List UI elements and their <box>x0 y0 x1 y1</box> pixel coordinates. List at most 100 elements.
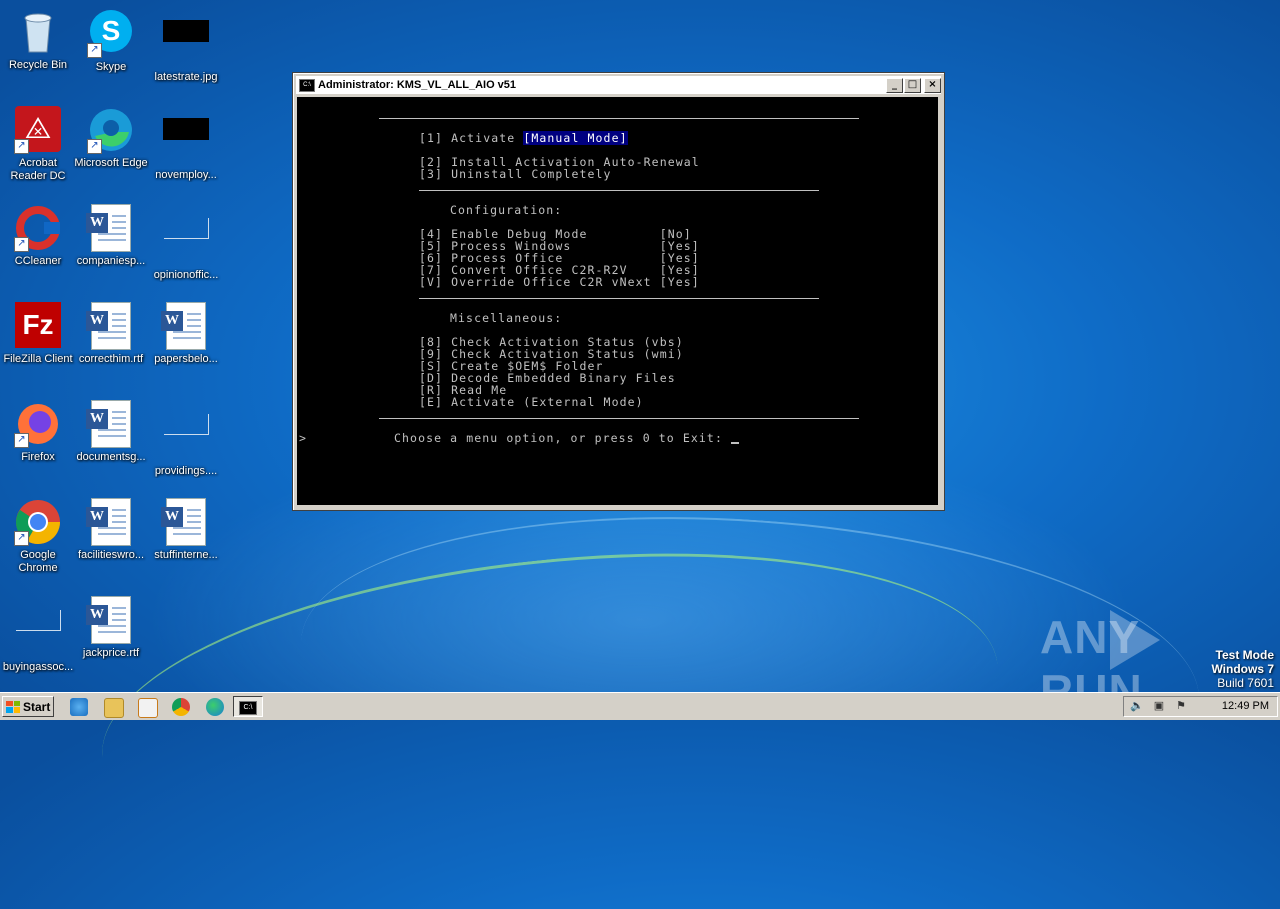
icon-label: providings.... <box>154 465 218 477</box>
separator-line <box>379 118 859 119</box>
console-output[interactable]: [1] Activate [Manual Mode] [2] Install A… <box>297 97 938 505</box>
word-document-icon: W <box>86 498 135 546</box>
icon-label: Acrobat Reader DC <box>10 157 66 182</box>
clock[interactable]: 12:49 PM <box>1222 700 1269 712</box>
file-explorer-icon[interactable] <box>104 698 124 718</box>
desktop-icon-chrome[interactable]: ↗ Google Chrome <box>0 498 76 575</box>
os-label: Windows 7 <box>1211 662 1274 676</box>
windows-logo-icon <box>6 700 20 713</box>
desktop: Recycle Bin ⨻ ↗ Acrobat Reader DC ↗ CCle… <box>0 0 1280 909</box>
desktop-icon-firefox[interactable]: ↗ Firefox <box>0 400 76 464</box>
icon-label: correcthim.rtf <box>78 353 144 365</box>
maximize-button[interactable]: □ <box>904 77 921 93</box>
skype-icon: S ↗ <box>87 10 135 58</box>
desktop-icon-papersbelo[interactable]: W papersbelo... <box>148 302 224 366</box>
menu-option-1-text: [1] Activate <box>419 131 524 145</box>
action-center-flag-icon[interactable]: ⚑ <box>1174 700 1188 713</box>
word-document-icon: W <box>86 302 135 350</box>
edge-icon: ↗ <box>87 106 135 154</box>
icon-label: latestrate.jpg <box>154 71 218 83</box>
speaker-icon[interactable]: 🔈 <box>1130 700 1144 713</box>
internet-explorer-icon[interactable] <box>70 698 88 716</box>
window-title: Administrator: KMS_VL_ALL_AIO v51 <box>318 79 517 91</box>
console-app-icon: C:\ <box>299 78 315 92</box>
image-file-icon <box>162 118 210 166</box>
separator-line <box>419 190 819 191</box>
network-icon[interactable]: ▣ <box>1152 700 1166 713</box>
start-button[interactable]: Start <box>2 696 54 717</box>
icon-label: companiesp... <box>76 255 146 267</box>
taskbar: Start C:\ 🔈 ▣ ⚑ 12:49 PM <box>0 692 1280 720</box>
media-player-icon[interactable] <box>138 698 158 718</box>
play-logo-icon <box>1110 610 1160 670</box>
recycle-bin-icon <box>14 8 62 56</box>
menu-option-e: [E] Activate (External Mode) <box>419 395 644 409</box>
menu-option-1: [1] Activate [Manual Mode] <box>419 131 628 145</box>
blank-file-icon <box>162 218 210 266</box>
prompt-marker: > <box>299 431 308 445</box>
blank-file-icon <box>14 610 62 658</box>
icon-label: facilitieswro... <box>77 549 145 561</box>
firefox-icon: ↗ <box>14 400 62 448</box>
desktop-icon-correcthim[interactable]: W correcthim.rtf <box>73 302 149 366</box>
icon-label: opinionoffic... <box>153 269 219 281</box>
test-mode-label: Test Mode <box>1215 648 1274 662</box>
desktop-icon-jackprice[interactable]: W jackprice.rtf <box>73 596 149 660</box>
acrobat-icon: ⨻ ↗ <box>14 106 62 154</box>
desktop-icon-latestrate[interactable]: latestrate.jpg <box>148 8 224 84</box>
test-mode-notice: Test Mode Windows 7 Build 7601 <box>1211 648 1274 690</box>
desktop-icon-opinionoffic[interactable]: opinionoffic... <box>148 204 224 282</box>
separator-line <box>379 418 859 419</box>
chrome-taskbar-icon[interactable] <box>172 698 190 716</box>
system-tray: 🔈 ▣ ⚑ 12:49 PM <box>1123 696 1278 717</box>
desktop-icon-companiesp[interactable]: W companiesp... <box>73 204 149 268</box>
icon-label: papersbelo... <box>154 353 218 365</box>
menu-option-3: [3] Uninstall Completely <box>419 167 612 181</box>
image-file-icon <box>162 20 210 68</box>
desktop-icon-recycle-bin[interactable]: Recycle Bin <box>0 8 76 72</box>
desktop-icon-documentsg[interactable]: W documentsg... <box>73 400 149 464</box>
word-document-icon: W <box>86 400 135 448</box>
build-label: Build 7601 <box>1217 676 1274 690</box>
desktop-icon-skype[interactable]: S ↗ Skype <box>73 8 149 74</box>
window-titlebar[interactable]: C:\ Administrator: KMS_VL_ALL_AIO v51 _ … <box>296 76 941 94</box>
console-taskbar-icon: C:\ <box>239 701 257 715</box>
desktop-icon-edge[interactable]: ↗ Microsoft Edge <box>73 106 149 170</box>
close-button[interactable]: × <box>924 77 941 93</box>
desktop-icon-novemploy[interactable]: novemploy... <box>148 106 224 182</box>
desktop-icon-buyingassoc[interactable]: buyingassoc... <box>0 596 76 674</box>
word-document-icon: W <box>161 498 210 546</box>
console-window[interactable]: C:\ Administrator: KMS_VL_ALL_AIO v51 _ … <box>292 72 945 511</box>
desktop-icon-ccleaner[interactable]: ↗ CCleaner <box>0 204 76 268</box>
filezilla-icon: Fz <box>14 302 62 350</box>
chrome-icon: ↗ <box>14 498 62 546</box>
word-document-icon: W <box>86 204 135 252</box>
manual-mode-highlight: [Manual Mode] <box>523 131 628 145</box>
icon-label: jackprice.rtf <box>82 647 140 659</box>
icon-label: stuffinterne... <box>154 549 218 561</box>
desktop-icon-filezilla[interactable]: Fz FileZilla Client <box>0 302 76 366</box>
icon-label: documentsg... <box>76 451 146 463</box>
taskbar-console-button[interactable]: C:\ <box>233 696 263 717</box>
minimize-button[interactable]: _ <box>886 77 903 93</box>
icon-label: FileZilla Client <box>3 353 73 365</box>
desktop-icon-acrobat[interactable]: ⨻ ↗ Acrobat Reader DC <box>0 106 76 183</box>
ccleaner-icon: ↗ <box>14 204 62 252</box>
text-cursor <box>731 442 739 444</box>
icon-label: Firefox <box>21 451 55 463</box>
desktop-icon-facilitieswro[interactable]: W facilitieswro... <box>73 498 149 562</box>
icon-label: Microsoft Edge <box>74 157 148 169</box>
edge-taskbar-icon[interactable] <box>206 698 224 716</box>
icon-label: Google Chrome <box>18 549 58 574</box>
icon-label: Recycle Bin <box>8 59 68 71</box>
word-document-icon: W <box>86 596 135 644</box>
console-prompt: Choose a menu option, or press 0 to Exit… <box>394 431 731 445</box>
icon-label: Skype <box>95 61 127 73</box>
icon-label: novemploy... <box>155 169 217 181</box>
start-label: Start <box>23 699 51 714</box>
desktop-icon-stuffinterne[interactable]: W stuffinterne... <box>148 498 224 562</box>
desktop-icon-providings[interactable]: providings.... <box>148 400 224 478</box>
miscellaneous-header: Miscellaneous: <box>450 311 563 325</box>
blank-file-icon <box>162 414 210 462</box>
configuration-header: Configuration: <box>450 203 563 217</box>
